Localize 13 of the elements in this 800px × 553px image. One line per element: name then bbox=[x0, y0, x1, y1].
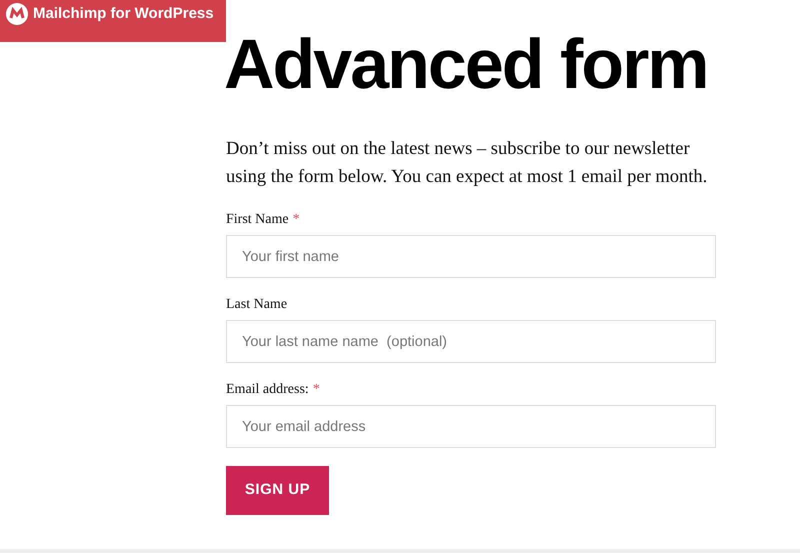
required-mark: * bbox=[312, 381, 320, 399]
sign-up-button[interactable]: SIGN UP bbox=[226, 466, 329, 515]
banner-title: Mailchimp for WordPress bbox=[33, 4, 214, 24]
page-heading: Advanced form bbox=[224, 24, 709, 105]
field-label: Last Name bbox=[226, 296, 288, 314]
logo-icon bbox=[6, 3, 28, 25]
intro-text: Don’t miss out on the latest news – subscribe to our newsletter using the form below. You can expect at most 1 email per month. bbox=[226, 138, 708, 189]
field-label: First Name bbox=[226, 211, 289, 229]
input-field[interactable]: Your last name name (optional) bbox=[226, 320, 716, 363]
field-label: Email address: bbox=[226, 381, 309, 399]
input-field[interactable]: Your email address bbox=[226, 405, 716, 448]
required-mark: * bbox=[292, 211, 300, 229]
input-field[interactable]: Your first name bbox=[226, 235, 716, 278]
